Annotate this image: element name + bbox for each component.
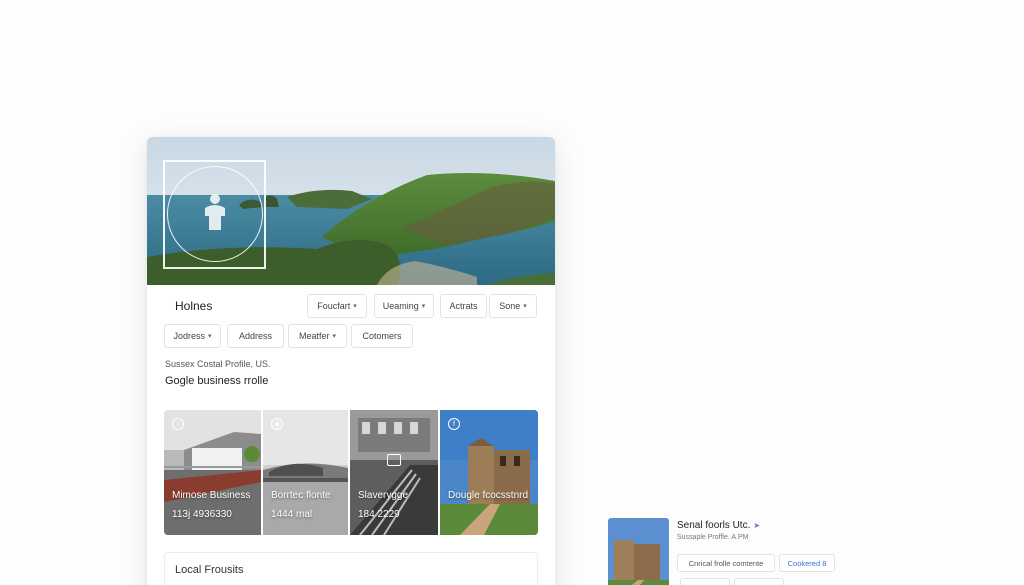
mini-card-title: Senal foorls Utc. ➤ [677,520,760,531]
profile-heading: Gogle business rrolle [165,375,269,387]
tab-label: Ueaming [382,301,419,311]
tile-title: Mimose Business [172,490,251,501]
tab-jodress[interactable]: Jodress ▾ [164,324,221,348]
tab-actrats[interactable]: Actrats [440,294,487,318]
cover-photo[interactable] [147,137,555,285]
tab-ueaming[interactable]: Ueaming ▾ [374,294,434,318]
tab-foucfart[interactable]: Foucfart ▾ [307,294,367,318]
mini-chip-extra[interactable] [680,578,730,585]
chevron-down-icon: ▾ [523,303,527,310]
mini-chip-extra[interactable] [734,578,784,585]
tile-title: Slaverygge [358,490,409,501]
local-section-title: Local Frousits [175,564,244,576]
person-icon [205,194,225,230]
chevron-down-icon: ▾ [332,333,337,340]
chevron-down-icon: ▾ [353,303,357,310]
camera-icon: ◉ [271,418,283,430]
tab-address[interactable]: Address [227,324,284,348]
tab-cotomers[interactable]: Cotomers [351,324,413,348]
mini-card-subtitle: Sussaple Proffle. A.PM [677,534,749,541]
mini-chip-content[interactable]: Cnrical frolle comtente [677,554,775,572]
photo-icon [387,454,401,466]
gallery-tile[interactable]: f Dougle fcocsstnrd [440,410,538,535]
tab-label: Foucfart [317,301,351,311]
gallery-tile[interactable]: i Mimose Business 113j 4936330 [164,410,261,535]
tile-number: 1444 mal [271,509,313,520]
tab-label: Jodress [173,331,205,341]
mini-business-card[interactable]: Senal foorls Utc. ➤ Sussaple Proffle. A.P… [608,516,848,585]
arrow-icon[interactable]: ➤ [753,521,760,530]
tabs-row-primary: Holnes Foucfart ▾ Ueaming ▾ Actrats Sone ▾ [163,294,539,318]
chevron-down-icon: ▾ [208,333,212,340]
tab-label: Actrats [449,301,478,311]
mini-thumbnail[interactable] [608,518,669,585]
info-icon: i [172,418,184,430]
photo-gallery: i Mimose Business 113j 4936330 ◉ Borrtec… [164,410,538,535]
profile-title: Holnes [175,299,213,313]
gallery-tile[interactable]: ◉ Borrtec flonte 1444 mal [263,410,348,535]
local-section: Local Frousits [164,552,538,585]
facebook-icon: f [448,418,460,430]
tab-label: Address [238,331,273,341]
tile-title: Borrtec flonte [271,490,331,501]
profile-location: Sussex Costal Profile, US. [165,359,271,369]
gallery-tile[interactable]: Slaverygge 184 2229 [350,410,438,535]
tile-number: 184 2229 [358,509,400,520]
business-profile-card: Holnes Foucfart ▾ Ueaming ▾ Actrats Sone ▾ … [147,137,555,585]
mini-chip-cookered[interactable]: Cookered 8 [779,554,835,572]
chip-label: Cnrical frolle comtente [688,558,764,568]
tile-title: Dougle fcocsstnrd [448,490,529,501]
mini-title-text: Senal foorls Utc. [677,520,751,531]
chevron-down-icon: ▾ [421,303,426,310]
chip-label: Cookered 8 [787,558,827,568]
logo-frame[interactable] [163,160,266,269]
tile-number: 113j 4936330 [172,509,232,520]
tab-sone[interactable]: Sone ▾ [489,294,537,318]
tab-label: Cotomers [362,331,402,341]
tab-label: Meatfer [298,331,330,341]
tab-label: Sone [499,301,521,311]
tabs-row-secondary: Jodress ▾ Address Meatfer ▾ Cotomers [163,324,539,348]
tab-meatfer[interactable]: Meatfer ▾ [288,324,347,348]
